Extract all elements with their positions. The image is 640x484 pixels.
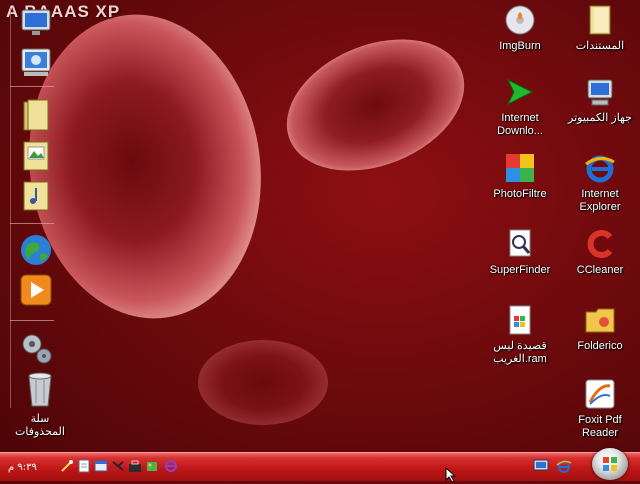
desktop-icon-internet-explorer[interactable]: Internet Explorer — [560, 152, 640, 214]
my-documents-folder-icon — [584, 4, 616, 36]
desktop-icon-internet-download-manager[interactable]: Internet Downlo... — [480, 76, 560, 138]
desktop-icon-label: Internet Downlo... — [497, 112, 543, 137]
computer-monitor-icon[interactable] — [18, 4, 54, 40]
sidebar-divider — [10, 86, 54, 87]
globe-icon[interactable] — [18, 232, 54, 268]
folder-icon[interactable] — [18, 98, 54, 134]
sidebar-divider — [10, 223, 54, 224]
ram-media-file-icon — [504, 304, 536, 336]
sidebar-edge-line — [10, 8, 11, 408]
paint-icon[interactable] — [145, 459, 159, 473]
media-player-icon[interactable] — [18, 272, 54, 308]
desktop-icon-label: المستندات — [575, 40, 625, 52]
desktop-icon-ccleaner[interactable]: CCleaner — [560, 228, 640, 277]
imgburn-disc-icon — [504, 4, 536, 36]
music-folder-icon[interactable] — [18, 178, 54, 214]
desktop-icon-imgburn[interactable]: ImgBurn — [480, 4, 560, 53]
desktop-icon-my-documents[interactable]: المستندات — [560, 4, 640, 53]
desktop-icon-label: SuperFinder — [489, 264, 551, 276]
wallpaper-blood-cell — [198, 340, 328, 425]
desktop-icon-superfinder[interactable]: SuperFinder — [480, 228, 560, 277]
desktop-icon-foxit-reader[interactable]: Foxit Pdf Reader — [560, 378, 640, 440]
recycle-bin-icon — [28, 372, 52, 407]
internet-explorer-icon — [584, 152, 616, 184]
desktop-icon-label: Foxit Pdf Reader — [578, 414, 622, 439]
desktop-icon-label: ImgBurn — [499, 40, 541, 52]
desktop-icon-label: قصيدة ليس الغريب.ram — [493, 340, 547, 365]
desktop-icon-label: جهاز الكمبيوتر — [568, 112, 632, 124]
taskbar-clock[interactable]: ٩:٣٩ م — [8, 462, 37, 473]
folderico-icon — [584, 304, 616, 336]
explorer-window-icon[interactable] — [94, 459, 108, 473]
network-icon[interactable] — [111, 459, 125, 473]
recycle-bin-label: سلة المحذوفات — [15, 412, 65, 438]
monitor-tray-icon[interactable] — [533, 459, 549, 473]
desktop-icon-photofiltre[interactable]: PhotoFiltre — [480, 152, 560, 201]
ie-tray-icon[interactable] — [556, 459, 572, 473]
recycle-bin[interactable]: سلة المحذوفات — [4, 370, 76, 438]
ie-shortcut-icon[interactable] — [164, 459, 178, 473]
desktop-icon-label: Folderico — [577, 340, 623, 352]
desktop-icon-folderico[interactable]: Folderico — [560, 304, 640, 353]
wallpaper-blood-cell — [267, 14, 484, 196]
control-panel-icon[interactable] — [18, 44, 54, 80]
magic-wand-icon[interactable] — [60, 459, 74, 473]
desktop-icon-ram-media-file[interactable]: قصيدة ليس الغريب.ram — [480, 304, 560, 366]
settings-gears-icon[interactable] — [18, 330, 54, 366]
my-computer-icon — [584, 76, 616, 108]
desktop-icon-label: Internet Explorer — [579, 188, 621, 213]
start-orb-icon[interactable] — [592, 448, 628, 480]
desktop-icon-label: PhotoFiltre — [493, 188, 547, 200]
taskbar: ٩:٣٩ م — [0, 452, 640, 481]
desktop-icon-my-computer[interactable]: جهاز الكمبيوتر — [560, 76, 640, 125]
superfinder-icon — [504, 228, 536, 260]
pictures-folder-icon[interactable] — [18, 138, 54, 174]
sidebar-divider — [10, 320, 54, 321]
desktop-icon-label: CCleaner — [576, 264, 624, 276]
foxit-reader-icon — [584, 378, 616, 410]
toolbox-icon[interactable] — [128, 459, 142, 473]
photofiltre-icon — [504, 152, 536, 184]
notepad-icon[interactable] — [77, 459, 91, 473]
internet-download-manager-icon — [504, 76, 536, 108]
ccleaner-icon — [584, 228, 616, 260]
